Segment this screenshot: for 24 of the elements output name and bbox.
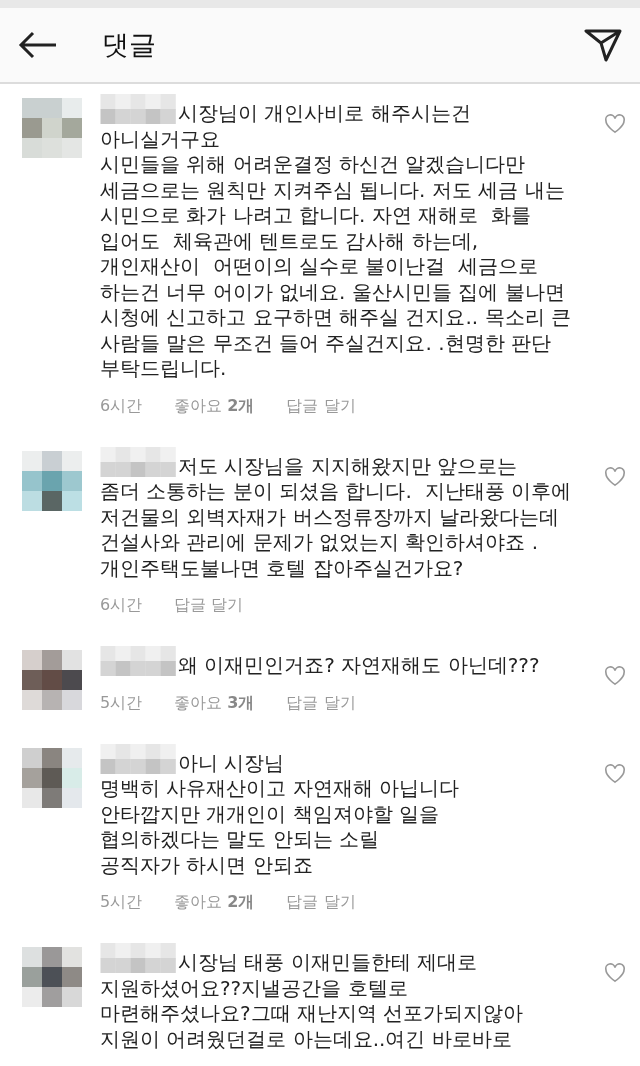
comment-text: 아니 시장님 명백히 사유재산이고 자연재해 아닙니다 안타깝지만 개개인이 책임져야할 일을 협의하겠다는 말도 안되는 소릴 공직자가 하시면 안되죠 [100,743,604,878]
likes-link[interactable]: 좋아요 3개 [174,692,255,714]
send-icon[interactable] [584,28,622,62]
header-title: 댓글 [102,28,157,62]
comment-text: 시장님이 개인사비로 해주시는건 아니실거구요 시민들을 위해 어려운결정 하신건 알겠습니다만 세금으로는 원칙만 지켜주심 됩니다. 저도 세금 내는 시민으로 화가 나려고 합니다. 자연 재해로 화를 입어도 체육관에 텐트로도 감사해 하는데, 개인재산이 어떤이의 실수로 불이난걸 세금으로 하는건 너무 어이가 없네요. 울산시민들 집에 불나면 시청에 신고하고 요구하면 해주실 건지요.. 목소리 큰 사람들 말은 무조건 들어 주실건지요. .현명한 판단 부탁드립니다. [100,94,604,382]
comment-text: 저도 시장님을 지지해왔지만 앞으로는 좀더 소통하는 분이 되셨음 합니다. 지난태풍 이후에 저건물의 외벽자재가 버스정류장까지 날라왔다는데 건설사와 관리에 문제가 없었는지 확인하셔야죠 . 개인주택도불나면 호텔 잡아주실건가요? [100,446,604,581]
heart-icon[interactable] [604,666,626,688]
comment-time: 5시간 [100,892,143,913]
reply-link[interactable]: 답글 달기 [174,595,244,616]
likes-link[interactable]: 좋아요 2개 [174,395,255,417]
likes-link[interactable]: 좋아요 2개 [174,892,255,913]
comment-time: 5시간 [100,692,143,714]
comment-text: 시장님 태풍 이재민들한테 제대로 지원하셨어요??지낼공간을 호텔로 마련해주셨나요?그때 재난지역 선포가되지않아 지원이 어려웠던걸로 아는데요..여긴 바로바로 [100,943,604,1052]
heart-icon[interactable] [604,963,626,985]
reply-link[interactable]: 답글 달기 [286,692,356,714]
comment-time: 6시간 [100,595,143,616]
back-icon[interactable] [18,31,58,59]
comment-text: 왜 이재민인거죠? 자연재해도 아닌데??? [100,646,604,679]
heart-icon[interactable] [604,114,626,136]
comment-time: 6시간 [100,395,143,417]
reply-link[interactable]: 답글 달기 [286,892,356,913]
reply-link[interactable]: 답글 달기 [286,395,356,417]
heart-icon[interactable] [604,466,626,489]
heart-icon[interactable] [604,763,626,786]
